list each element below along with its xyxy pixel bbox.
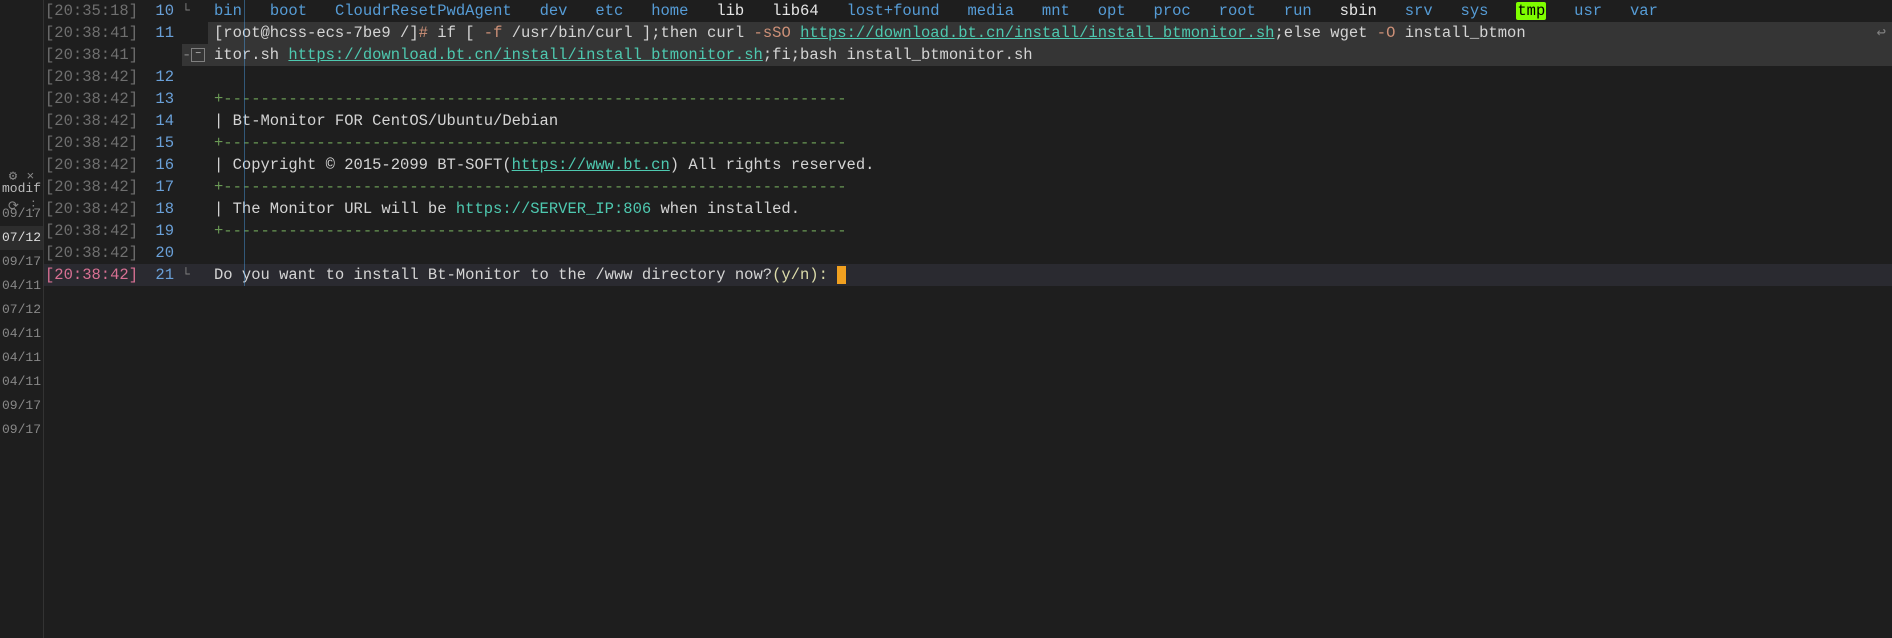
code-line: [20:38:42] 14 | Bt-Monitor FOR CentOS/Ub…	[44, 110, 1892, 132]
tmp-highlight: tmp	[1516, 2, 1546, 20]
line-number: 17	[144, 176, 182, 198]
timestamp: [20:38:42]	[44, 264, 144, 286]
timestamp: [20:38:42]	[44, 242, 144, 264]
date-item[interactable]: 04/11	[0, 370, 43, 394]
url-link[interactable]: https://www.bt.cn	[512, 156, 670, 174]
line-number: 21	[144, 264, 182, 286]
line-number: 11	[144, 22, 182, 44]
line-number: 15	[144, 132, 182, 154]
timestamp: [20:38:42]	[44, 88, 144, 110]
timestamp: [20:38:42]	[44, 66, 144, 88]
date-item[interactable]: 09/17	[0, 250, 43, 274]
line-number: 13	[144, 88, 182, 110]
editor[interactable]: [20:35:18] 10 └ bin boot CloudrResetPwdA…	[44, 0, 1892, 286]
fold-icon[interactable]	[191, 48, 205, 62]
date-item[interactable]: 09/17	[0, 202, 43, 226]
url-link[interactable]: https://download.bt.cn/install/install_b…	[288, 46, 762, 64]
code-line: [20:38:42] 12	[44, 66, 1892, 88]
code-line: [20:38:42] 13 +-------------------------…	[44, 88, 1892, 110]
line-number: 10	[144, 0, 182, 22]
fold-end-icon: └	[182, 264, 190, 286]
date-item[interactable]: 07/12	[0, 226, 43, 250]
code-line: [20:38:42] 19 +-------------------------…	[44, 220, 1892, 242]
date-item[interactable]: 04/11	[0, 274, 43, 298]
line-number: 19	[144, 220, 182, 242]
code-line: [20:38:42] 20	[44, 242, 1892, 264]
timestamp: [20:38:41]	[44, 44, 144, 66]
date-item[interactable]: 07/12	[0, 298, 43, 322]
timestamp: [20:38:42]	[44, 132, 144, 154]
line-number: 16	[144, 154, 182, 176]
url-link[interactable]: https://download.bt.cn/install/install_b…	[800, 24, 1274, 42]
date-item[interactable]: 04/11	[0, 322, 43, 346]
code-line: [20:38:42] 15 +-------------------------…	[44, 132, 1892, 154]
timestamp: [20:38:42]	[44, 176, 144, 198]
code-line: [20:38:42] 16 | Copyright © 2015-2099 BT…	[44, 154, 1892, 176]
wrap-icon: ↩	[1877, 22, 1886, 44]
line-number: 12	[144, 66, 182, 88]
indent-guide	[244, 0, 245, 286]
line-number: 14	[144, 110, 182, 132]
cursor-icon	[837, 266, 846, 284]
modified-label: modif	[0, 176, 43, 202]
timestamp: [20:38:42]	[44, 110, 144, 132]
code-line: [20:38:41] 11 [root@hcss-ecs-7be9 /]# if…	[44, 22, 1892, 44]
timestamp: [20:35:18]	[44, 0, 144, 22]
url-link[interactable]: https://SERVER_IP:806	[456, 200, 651, 218]
timestamp: [20:38:42]	[44, 220, 144, 242]
timestamp: [20:38:42]	[44, 154, 144, 176]
line-number: 20	[144, 242, 182, 264]
date-item[interactable]: 09/17	[0, 394, 43, 418]
fold-end-icon: └	[182, 0, 190, 22]
code-line: [20:38:42] 18 | The Monitor URL will be …	[44, 198, 1892, 220]
timestamp: [20:38:41]	[44, 22, 144, 44]
code-line-active[interactable]: [20:38:42] 21 └ Do you want to install B…	[44, 264, 1892, 286]
side-panel: ⚙ × ⟳ ⋮ modif 09/17 07/12 09/17 04/11 07…	[0, 0, 44, 638]
code-line: [20:35:18] 10 └ bin boot CloudrResetPwdA…	[44, 0, 1892, 22]
code-line: [20:38:42] 17 +-------------------------…	[44, 176, 1892, 198]
line-number: 18	[144, 198, 182, 220]
date-item[interactable]: 04/11	[0, 346, 43, 370]
date-item[interactable]: 09/17	[0, 418, 43, 442]
timestamp: [20:38:42]	[44, 198, 144, 220]
file-date-list: 09/17 07/12 09/17 04/11 07/12 04/11 04/1…	[0, 202, 43, 442]
code-line-wrap: [20:38:41] - itor.sh https://download.bt…	[44, 44, 1892, 66]
